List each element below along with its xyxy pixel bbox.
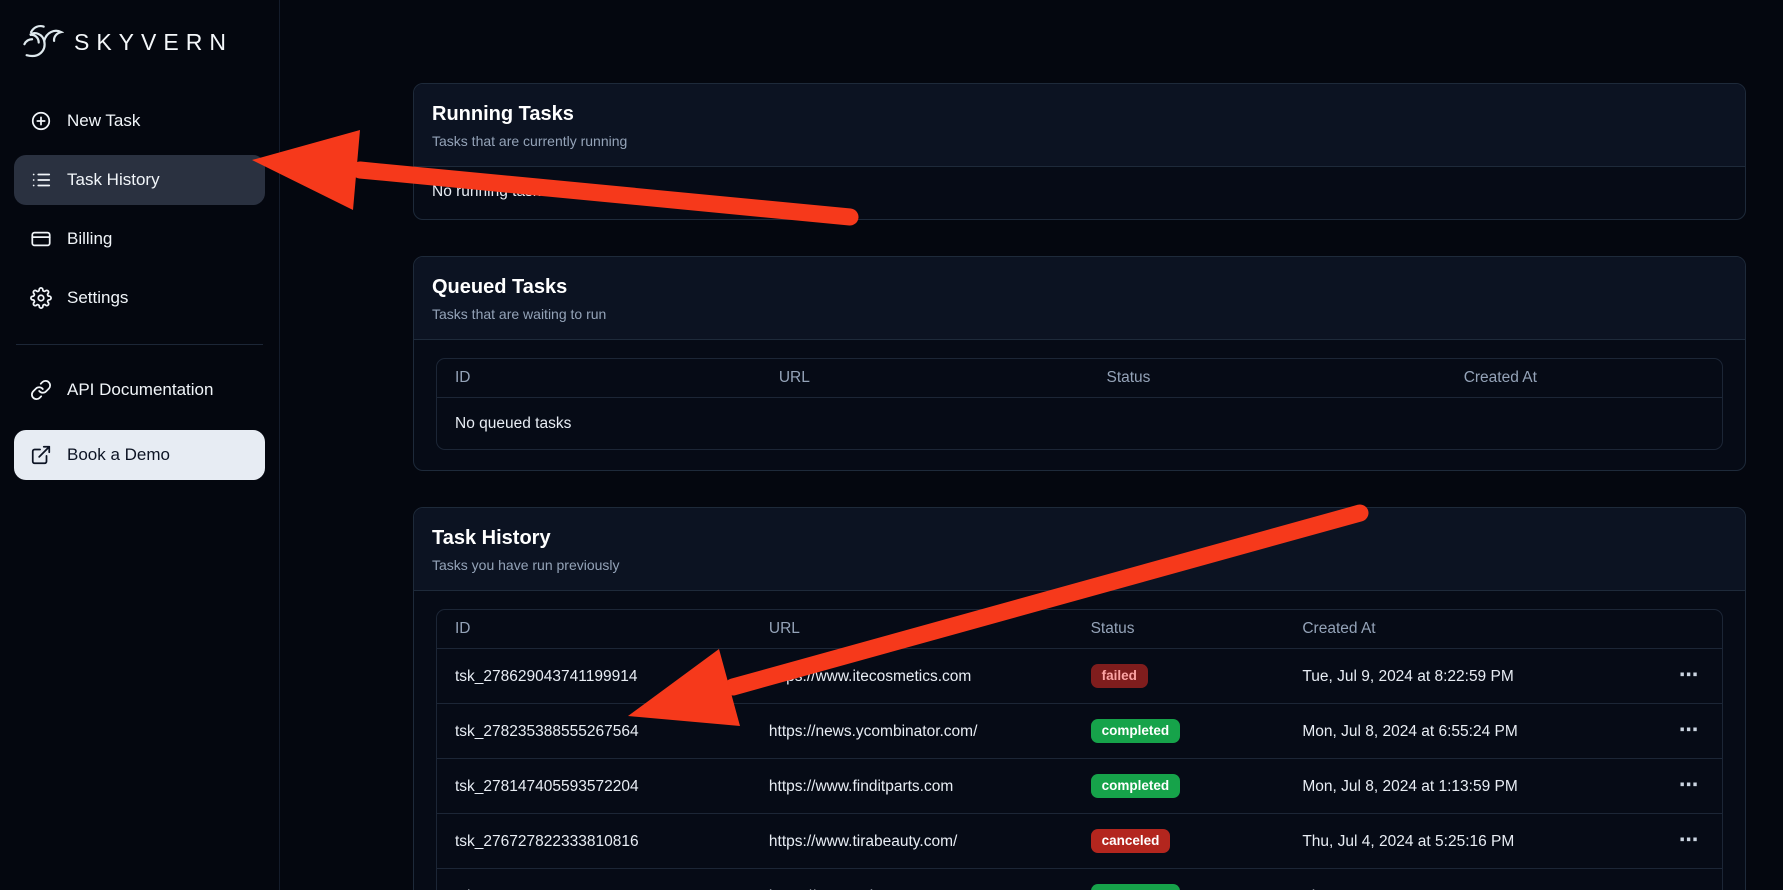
queued-tasks-title: Queued Tasks bbox=[432, 276, 1727, 299]
status-badge: completed bbox=[1091, 774, 1181, 798]
queued-tasks-header: Queued Tasks Tasks that are waiting to r… bbox=[414, 257, 1745, 340]
logo-wordmark: SKYVERN bbox=[74, 29, 233, 56]
column-header-url: URL bbox=[751, 610, 1073, 649]
task-status-cell: canceled bbox=[1073, 814, 1285, 869]
queued-table-header-row: ID URL Status Created At bbox=[437, 359, 1722, 398]
task-status-cell: completed bbox=[1073, 704, 1285, 759]
task-history-header: Task History Tasks you have run previous… bbox=[414, 508, 1745, 591]
column-header-status: Status bbox=[1088, 359, 1445, 398]
history-table-body: tsk_278629043741199914 https://www.iteco… bbox=[437, 649, 1722, 890]
task-created-at-cell: Thu, Jun 27, 2024 at 8:38:58 PM bbox=[1284, 869, 1655, 890]
sidebar-item-task-history[interactable]: Task History bbox=[14, 155, 265, 205]
running-tasks-header: Running Tasks Tasks that are currently r… bbox=[414, 84, 1745, 167]
task-status-cell: completed bbox=[1073, 759, 1285, 814]
task-url-cell: https://www.tirabeauty.com/ bbox=[751, 814, 1073, 869]
task-history-row[interactable]: tsk_278235388555267564 https://news.ycom… bbox=[437, 704, 1722, 759]
task-id-cell: tsk_278629043741199914 bbox=[437, 649, 751, 704]
sidebar-item-label: Book a Demo bbox=[67, 445, 170, 465]
task-id-cell: tsk_278235388555267564 bbox=[437, 704, 751, 759]
task-history-subtitle: Tasks you have run previously bbox=[432, 557, 1727, 573]
running-tasks-card: Running Tasks Tasks that are currently r… bbox=[413, 83, 1746, 220]
list-icon bbox=[30, 169, 52, 191]
task-history-row[interactable]: tsk_274180139292204058 https://www.geico… bbox=[437, 869, 1722, 890]
app-root: SKYVERN New Task Task History Billing bbox=[0, 0, 1783, 890]
task-status-cell: completed bbox=[1073, 869, 1285, 890]
link-icon bbox=[30, 379, 52, 401]
row-actions-button[interactable]: ⋯ bbox=[1673, 834, 1704, 848]
sidebar-divider bbox=[16, 344, 263, 345]
task-actions-cell: ⋯ bbox=[1655, 704, 1722, 759]
sidebar-item-label: Task History bbox=[67, 170, 160, 190]
sidebar-item-book-a-demo[interactable]: Book a Demo bbox=[14, 430, 265, 480]
sidebar-item-new-task[interactable]: New Task bbox=[14, 96, 265, 146]
task-history-row[interactable]: tsk_276727822333810816 https://www.tirab… bbox=[437, 814, 1722, 869]
running-tasks-title: Running Tasks bbox=[432, 103, 1727, 126]
sidebar-item-label: API Documentation bbox=[67, 380, 213, 400]
sidebar-nav: New Task Task History Billing Set bbox=[14, 96, 265, 489]
task-history-row[interactable]: tsk_278147405593572204 https://www.findi… bbox=[437, 759, 1722, 814]
task-actions-cell: ⋯ bbox=[1655, 759, 1722, 814]
task-actions-cell: ⋯ bbox=[1655, 814, 1722, 869]
task-id-cell: tsk_278147405593572204 bbox=[437, 759, 751, 814]
task-id-cell: tsk_276727822333810816 bbox=[437, 814, 751, 869]
row-actions-button[interactable]: ⋯ bbox=[1673, 669, 1704, 683]
sidebar-item-settings[interactable]: Settings bbox=[14, 273, 265, 323]
credit-card-icon bbox=[30, 228, 52, 250]
row-actions-button[interactable]: ⋯ bbox=[1673, 779, 1704, 793]
status-badge: failed bbox=[1091, 664, 1148, 688]
column-header-url: URL bbox=[761, 359, 1089, 398]
skyvern-dragon-icon bbox=[20, 20, 64, 64]
task-url-cell: https://www.itecosmetics.com bbox=[751, 649, 1073, 704]
column-header-created-at: Created At bbox=[1446, 359, 1722, 398]
queued-tasks-empty-text: No queued tasks bbox=[437, 398, 1722, 450]
column-header-created-at: Created At bbox=[1284, 610, 1655, 649]
queued-tasks-empty-row: No queued tasks bbox=[437, 398, 1722, 450]
content: Running Tasks Tasks that are currently r… bbox=[280, 0, 1783, 890]
external-link-icon bbox=[30, 444, 52, 466]
status-badge: completed bbox=[1091, 884, 1181, 890]
task-url-cell: https://news.ycombinator.com/ bbox=[751, 704, 1073, 759]
task-url-cell: https://www.geico.com bbox=[751, 869, 1073, 890]
sidebar-item-api-documentation[interactable]: API Documentation bbox=[14, 365, 265, 415]
history-table-header-row: ID URL Status Created At bbox=[437, 610, 1722, 649]
queued-tasks-table: ID URL Status Created At No queued tasks bbox=[436, 358, 1723, 450]
running-tasks-empty: No running tasks bbox=[414, 167, 1745, 219]
column-header-id: ID bbox=[437, 610, 751, 649]
column-header-id: ID bbox=[437, 359, 761, 398]
queued-tasks-card: Queued Tasks Tasks that are waiting to r… bbox=[413, 256, 1746, 471]
sidebar-item-billing[interactable]: Billing bbox=[14, 214, 265, 264]
task-history-row[interactable]: tsk_278629043741199914 https://www.iteco… bbox=[437, 649, 1722, 704]
task-history-table: ID URL Status Created At tsk_27862904374… bbox=[436, 609, 1723, 890]
sidebar: SKYVERN New Task Task History Billing bbox=[0, 0, 280, 890]
task-created-at-cell: Thu, Jul 4, 2024 at 5:25:16 PM bbox=[1284, 814, 1655, 869]
task-status-cell: failed bbox=[1073, 649, 1285, 704]
task-actions-cell: ⋯ bbox=[1655, 869, 1722, 890]
queued-tasks-subtitle: Tasks that are waiting to run bbox=[432, 306, 1727, 322]
row-actions-button[interactable]: ⋯ bbox=[1673, 724, 1704, 738]
column-header-actions bbox=[1655, 610, 1722, 649]
task-url-cell: https://www.finditparts.com bbox=[751, 759, 1073, 814]
task-actions-cell: ⋯ bbox=[1655, 649, 1722, 704]
task-history-card: Task History Tasks you have run previous… bbox=[413, 507, 1746, 890]
running-tasks-subtitle: Tasks that are currently running bbox=[432, 133, 1727, 149]
column-header-status: Status bbox=[1073, 610, 1285, 649]
sidebar-item-label: Settings bbox=[67, 288, 128, 308]
gear-icon bbox=[30, 287, 52, 309]
status-badge: completed bbox=[1091, 719, 1181, 743]
task-id-cell: tsk_274180139292204058 bbox=[437, 869, 751, 890]
task-created-at-cell: Tue, Jul 9, 2024 at 8:22:59 PM bbox=[1284, 649, 1655, 704]
sidebar-item-label: New Task bbox=[67, 111, 140, 131]
main-area: Star 5,434 R S Running Tasks Tasks that … bbox=[280, 0, 1783, 890]
plus-circle-icon bbox=[30, 110, 52, 132]
status-badge: canceled bbox=[1091, 829, 1171, 853]
sidebar-item-label: Billing bbox=[67, 229, 112, 249]
task-created-at-cell: Mon, Jul 8, 2024 at 6:55:24 PM bbox=[1284, 704, 1655, 759]
task-created-at-cell: Mon, Jul 8, 2024 at 1:13:59 PM bbox=[1284, 759, 1655, 814]
task-history-title: Task History bbox=[432, 527, 1727, 550]
skyvern-logo[interactable]: SKYVERN bbox=[14, 12, 265, 74]
